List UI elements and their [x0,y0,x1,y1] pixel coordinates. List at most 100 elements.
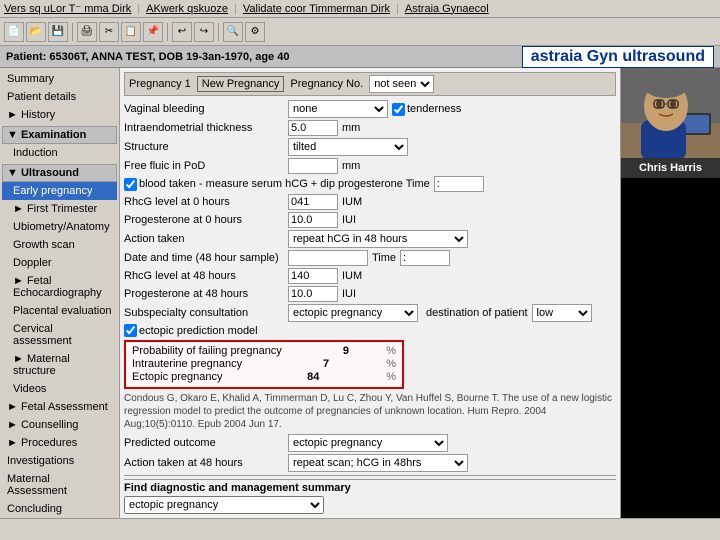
pct-1: % [386,345,396,357]
mm-unit-2: mm [342,160,360,172]
nav-videos[interactable]: Videos [2,380,117,398]
rhcg-0-input[interactable] [288,194,338,210]
predicted-outcome-row: Predicted outcome ectopic pregnancy [124,434,616,452]
nav-growth-scan[interactable]: Growth scan [2,236,117,254]
viable-value: 9 [319,345,349,357]
date-48h-input[interactable] [288,250,368,266]
toolbar-btn-copy[interactable]: 📋 [121,22,141,42]
summary-row: Find diagnostic and management summary [124,482,616,494]
action-48h-select[interactable]: repeat scan; hCG in 48hrs [288,454,468,472]
not-seen-select[interactable]: not seen [369,75,434,93]
action-select[interactable]: repeat hCG in 48 hours [288,230,468,248]
nav-early-pregnancy[interactable]: Early pregnancy [2,182,117,200]
viable-row: Probability of failing pregnancy 9 % [132,345,396,357]
nav-maternal-structure[interactable]: ► Maternal structure [2,350,117,380]
prediction-check-row: ectopic prediction model [124,324,616,337]
nav-ultrasound[interactable]: ▼ Ultrasound [2,164,117,182]
toolbar-btn-paste[interactable]: 📌 [143,22,163,42]
action-label: Action taken [124,233,284,245]
prog-48-input[interactable] [288,286,338,302]
action-48h-row: Action taken at 48 hours repeat scan; hC… [124,454,616,472]
nav-summary[interactable]: Summary [2,70,117,88]
toolbar-btn-save[interactable]: 💾 [48,22,68,42]
menu-item-1[interactable]: Vers sq uLor T⁻ mma Dirk [4,2,131,15]
prog-0-row: Progesterone at 0 hours IUI [124,212,616,228]
ectopic-label: Ectopic pregnancy [132,371,223,383]
nav-fetal-assessment[interactable]: ► Fetal Assessment [2,398,117,416]
vaginal-bleeding-select[interactable]: none [288,100,388,118]
nav-ubiometry[interactable]: Ubiometry/Anatomy [2,218,117,236]
destination-label: destination of patient [426,307,528,319]
nav-first-trimester[interactable]: ► First Trimester [2,200,117,218]
viable-label: Probability of failing pregnancy [132,345,282,357]
prog-0-input[interactable] [288,212,338,228]
menu-item-2[interactable]: AKwerk qskuoze [146,3,228,15]
vaginal-bleeding-row: Vaginal bleeding none tenderness [124,100,616,118]
toolbar-btn-undo[interactable]: ↩ [172,22,192,42]
app-title: astraia Gyn ultrasound [522,46,714,68]
nav-procedures[interactable]: ► Procedures [2,434,117,452]
toolbar-btn-search[interactable]: 🔍 [223,22,243,42]
vaginal-bleeding-label: Vaginal bleeding [124,103,284,115]
nav-placental[interactable]: Placental evaluation [2,302,117,320]
rhcg-48-input[interactable] [288,268,338,284]
time2-input[interactable] [400,250,450,266]
structure-select[interactable]: tilted [288,138,408,156]
toolbar-btn-redo[interactable]: ↪ [194,22,214,42]
subspecialty-row: Subspecialty consultation ectopic pregna… [124,304,616,322]
nav-induction[interactable]: Induction [2,144,117,162]
free-fluid-row: Free fluic in PoD mm [124,158,616,174]
intrauterine-value: 7 [299,358,329,370]
toolbar-btn-print[interactable]: 🖨 [77,22,97,42]
endometrial-row: Intraendometrial thickness mm [124,120,616,136]
predicted-outcome-label: Predicted outcome [124,437,284,449]
new-pregnancy-button[interactable]: New Pregnancy [197,76,285,92]
time-input[interactable] [434,176,484,192]
nav-doppler[interactable]: Doppler [2,254,117,272]
nav-fetal-echo[interactable]: ► Fetal Echocardiography [2,272,117,302]
rhcg-48-label: RhcG level at 48 hours [124,270,284,282]
predicted-outcome-select[interactable]: ectopic pregnancy [288,434,448,452]
destination-select[interactable]: low [532,304,592,322]
nav-investigations[interactable]: Investigations [2,452,117,470]
nav-examination[interactable]: ▼ Examination [2,126,117,144]
left-nav: Summary Patient details ► History ▼ Exam… [0,68,120,518]
toolbar-btn-cut[interactable]: ✂ [99,22,119,42]
person-photo [621,68,720,158]
prediction-checkbox[interactable]: ectopic prediction model [124,324,258,337]
prog-48-row: Progesterone at 48 hours IUI [124,286,616,302]
pct-3: % [386,371,396,383]
tenderness-check[interactable]: tenderness [392,103,461,116]
intrauterine-row: Intrauterine pregnancy 7 % [132,358,396,370]
toolbar-btn-new[interactable]: 📄 [4,22,24,42]
nav-cervical[interactable]: Cervical assessment [2,320,117,350]
toolbar-btn-open[interactable]: 📂 [26,22,46,42]
reference-text: Condous G, Okaro E, Khalid A, Timmerman … [124,392,616,431]
summary-select[interactable]: ectopic pregnancy [124,496,324,514]
pregnancy-number-label: Pregnancy No. [290,78,363,90]
ectopic-value: 84 [289,371,319,383]
nav-history[interactable]: ► History [2,106,117,124]
structure-row: Structure tilted [124,138,616,156]
menu-item-4[interactable]: Astraia Gynaecol [405,3,489,15]
content-area: Pregnancy 1 New Pregnancy Pregnancy No. … [120,68,620,518]
patient-info: Patient: 65306T, ANNA TEST, DOB 19-3an-1… [6,51,289,63]
free-fluid-input[interactable] [288,158,338,174]
blood-taken-check[interactable]: blood taken - measure serum hCG + dip pr… [124,178,430,191]
nav-counselling[interactable]: ► Counselling [2,416,117,434]
summary-section: Find diagnostic and management summary e… [124,479,616,514]
ectopic-row: Ectopic pregnancy 84 % [132,371,396,383]
summary-label: Find diagnostic and management summary [124,482,351,494]
prediction-box: Probability of failing pregnancy 9 % Int… [124,340,404,389]
endometrial-input[interactable] [288,120,338,136]
nav-maternal-assessment[interactable]: Maternal Assessment [2,470,117,500]
subspecialty-select[interactable]: ectopic pregnancy [288,304,418,322]
nav-concluding[interactable]: Concluding [2,500,117,518]
ium-2: IUI [342,214,356,226]
blood-taken-row: blood taken - measure serum hCG + dip pr… [124,176,616,192]
pct-2: % [386,358,396,370]
menu-item-3[interactable]: Validate coor Timmerman Dirk [243,3,390,15]
toolbar-btn-settings[interactable]: ⚙ [245,22,265,42]
nav-patient-details[interactable]: Patient details [2,88,117,106]
ium-3: IUM [342,270,362,282]
